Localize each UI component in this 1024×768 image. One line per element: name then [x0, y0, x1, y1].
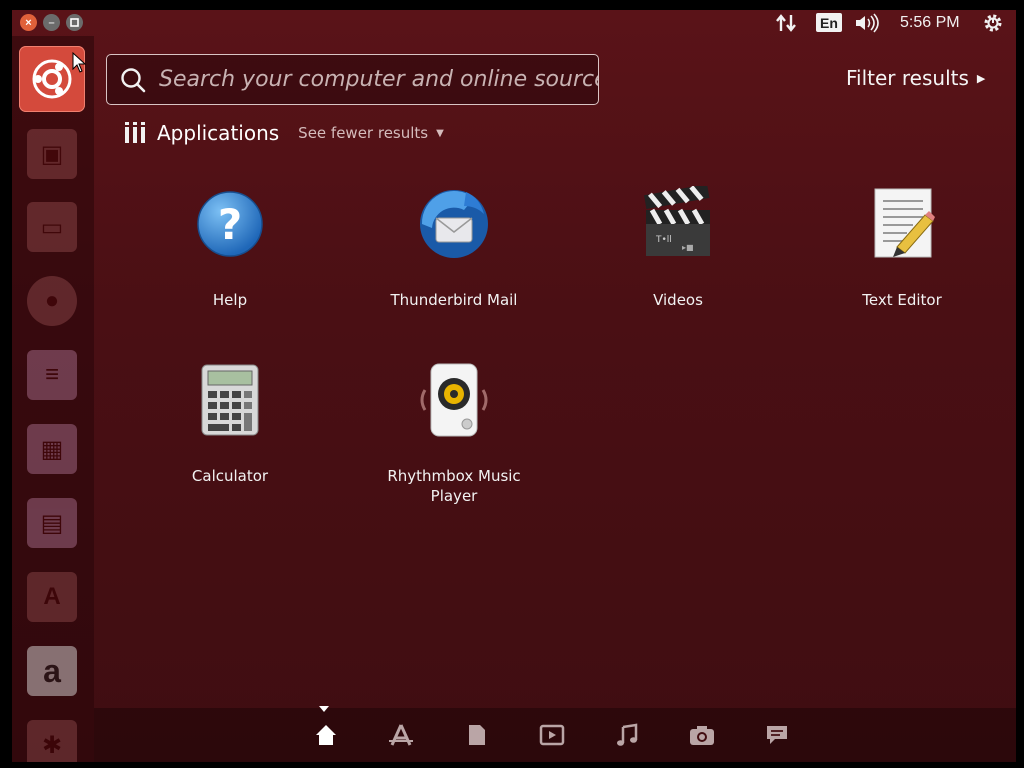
text-editor-icon — [862, 184, 942, 264]
calculator-icon — [190, 360, 270, 440]
launcher: ▣ ▭ ● ≡ ▦ ▤ A a ✱ — [12, 36, 94, 762]
active-lens-indicator — [319, 706, 329, 712]
see-fewer-results-button[interactable]: See fewer results ▼ — [298, 124, 444, 142]
amazon-icon[interactable]: a — [19, 638, 85, 704]
videos-icon: T•ll ▸■ — [638, 184, 718, 264]
firefox-icon[interactable]: ● — [19, 268, 85, 334]
app-label: Videos — [653, 291, 703, 309]
app-videos[interactable]: T•ll ▸■ Videos — [588, 184, 768, 310]
archive-icon[interactable]: ▭ — [19, 194, 85, 260]
app-help[interactable]: ? Help — [140, 184, 320, 310]
app-label: Thunderbird Mail — [390, 291, 518, 309]
search-icon — [113, 60, 153, 100]
app-calculator[interactable]: Calculator — [140, 360, 320, 486]
app-thunderbird-mail[interactable]: Thunderbird Mail — [364, 184, 544, 310]
see-fewer-label: See fewer results — [298, 124, 429, 142]
app-text-editor[interactable]: Text Editor — [812, 184, 992, 310]
maximize-icon[interactable] — [66, 14, 83, 31]
music-lens-icon[interactable] — [610, 718, 644, 752]
files-icon[interactable]: ▣ — [19, 121, 85, 187]
app-label: Text Editor — [862, 291, 942, 309]
photo-lens-icon[interactable] — [685, 718, 719, 752]
filter-results-button[interactable]: Filter results ▶ — [846, 66, 985, 90]
app-label: Help — [212, 291, 248, 309]
home-lens-icon[interactable] — [309, 718, 343, 752]
thunderbird-icon — [414, 184, 494, 264]
libreoffice-impress-icon[interactable]: ▤ — [19, 490, 85, 556]
social-lens-icon[interactable] — [760, 718, 794, 752]
close-icon[interactable]: × — [20, 14, 37, 31]
search-box[interactable] — [106, 54, 599, 105]
applications-category-icon — [122, 120, 148, 146]
section-title: Applications — [157, 121, 280, 145]
clock[interactable]: 5:56 PM — [900, 13, 960, 33]
applications-lens-icon[interactable] — [384, 718, 418, 752]
svg-text:▸■: ▸■ — [682, 243, 694, 252]
top-panel: × – En 5:56 PM — [12, 10, 1016, 36]
keyboard-language-indicator[interactable]: En — [816, 13, 842, 32]
svg-text:T•ll: T•ll — [655, 235, 672, 245]
filter-results-label: Filter results — [846, 66, 969, 90]
app-label: Calculator — [191, 467, 269, 485]
desktop-screen: × – En 5:56 PM ▣ ▭ ● ≡ ▦ ▤ A a ✱ Search … — [12, 10, 1016, 762]
help-icon: ? — [190, 184, 270, 264]
power-gear-icon[interactable] — [982, 13, 1004, 33]
software-center-icon[interactable]: A — [19, 564, 85, 630]
libreoffice-writer-icon[interactable]: ≡ — [19, 342, 85, 408]
network-icon[interactable] — [776, 13, 798, 33]
lens-bar — [94, 706, 1016, 762]
settings-icon[interactable]: ✱ — [19, 712, 85, 762]
svg-text:?: ? — [218, 200, 242, 249]
libreoffice-calc-icon[interactable]: ▦ — [19, 416, 85, 482]
files-lens-icon[interactable] — [460, 718, 494, 752]
triangle-down-icon: ▼ — [436, 127, 444, 139]
app-label: Rhythmbox Music Player — [387, 467, 521, 505]
search-input[interactable] — [153, 67, 598, 92]
dash-overlay: Filter results ▶ Applications See fewer … — [94, 36, 1016, 762]
minimize-icon[interactable]: – — [43, 14, 60, 31]
mouse-cursor-icon — [72, 51, 87, 74]
video-lens-icon[interactable] — [535, 718, 569, 752]
triangle-right-icon: ▶ — [976, 71, 986, 85]
applications-section-header: Applications See fewer results ▼ — [122, 120, 444, 146]
rhythmbox-icon — [414, 360, 494, 440]
volume-icon[interactable] — [854, 13, 880, 33]
app-rhythmbox-music-player[interactable]: Rhythmbox Music Player — [364, 360, 544, 506]
